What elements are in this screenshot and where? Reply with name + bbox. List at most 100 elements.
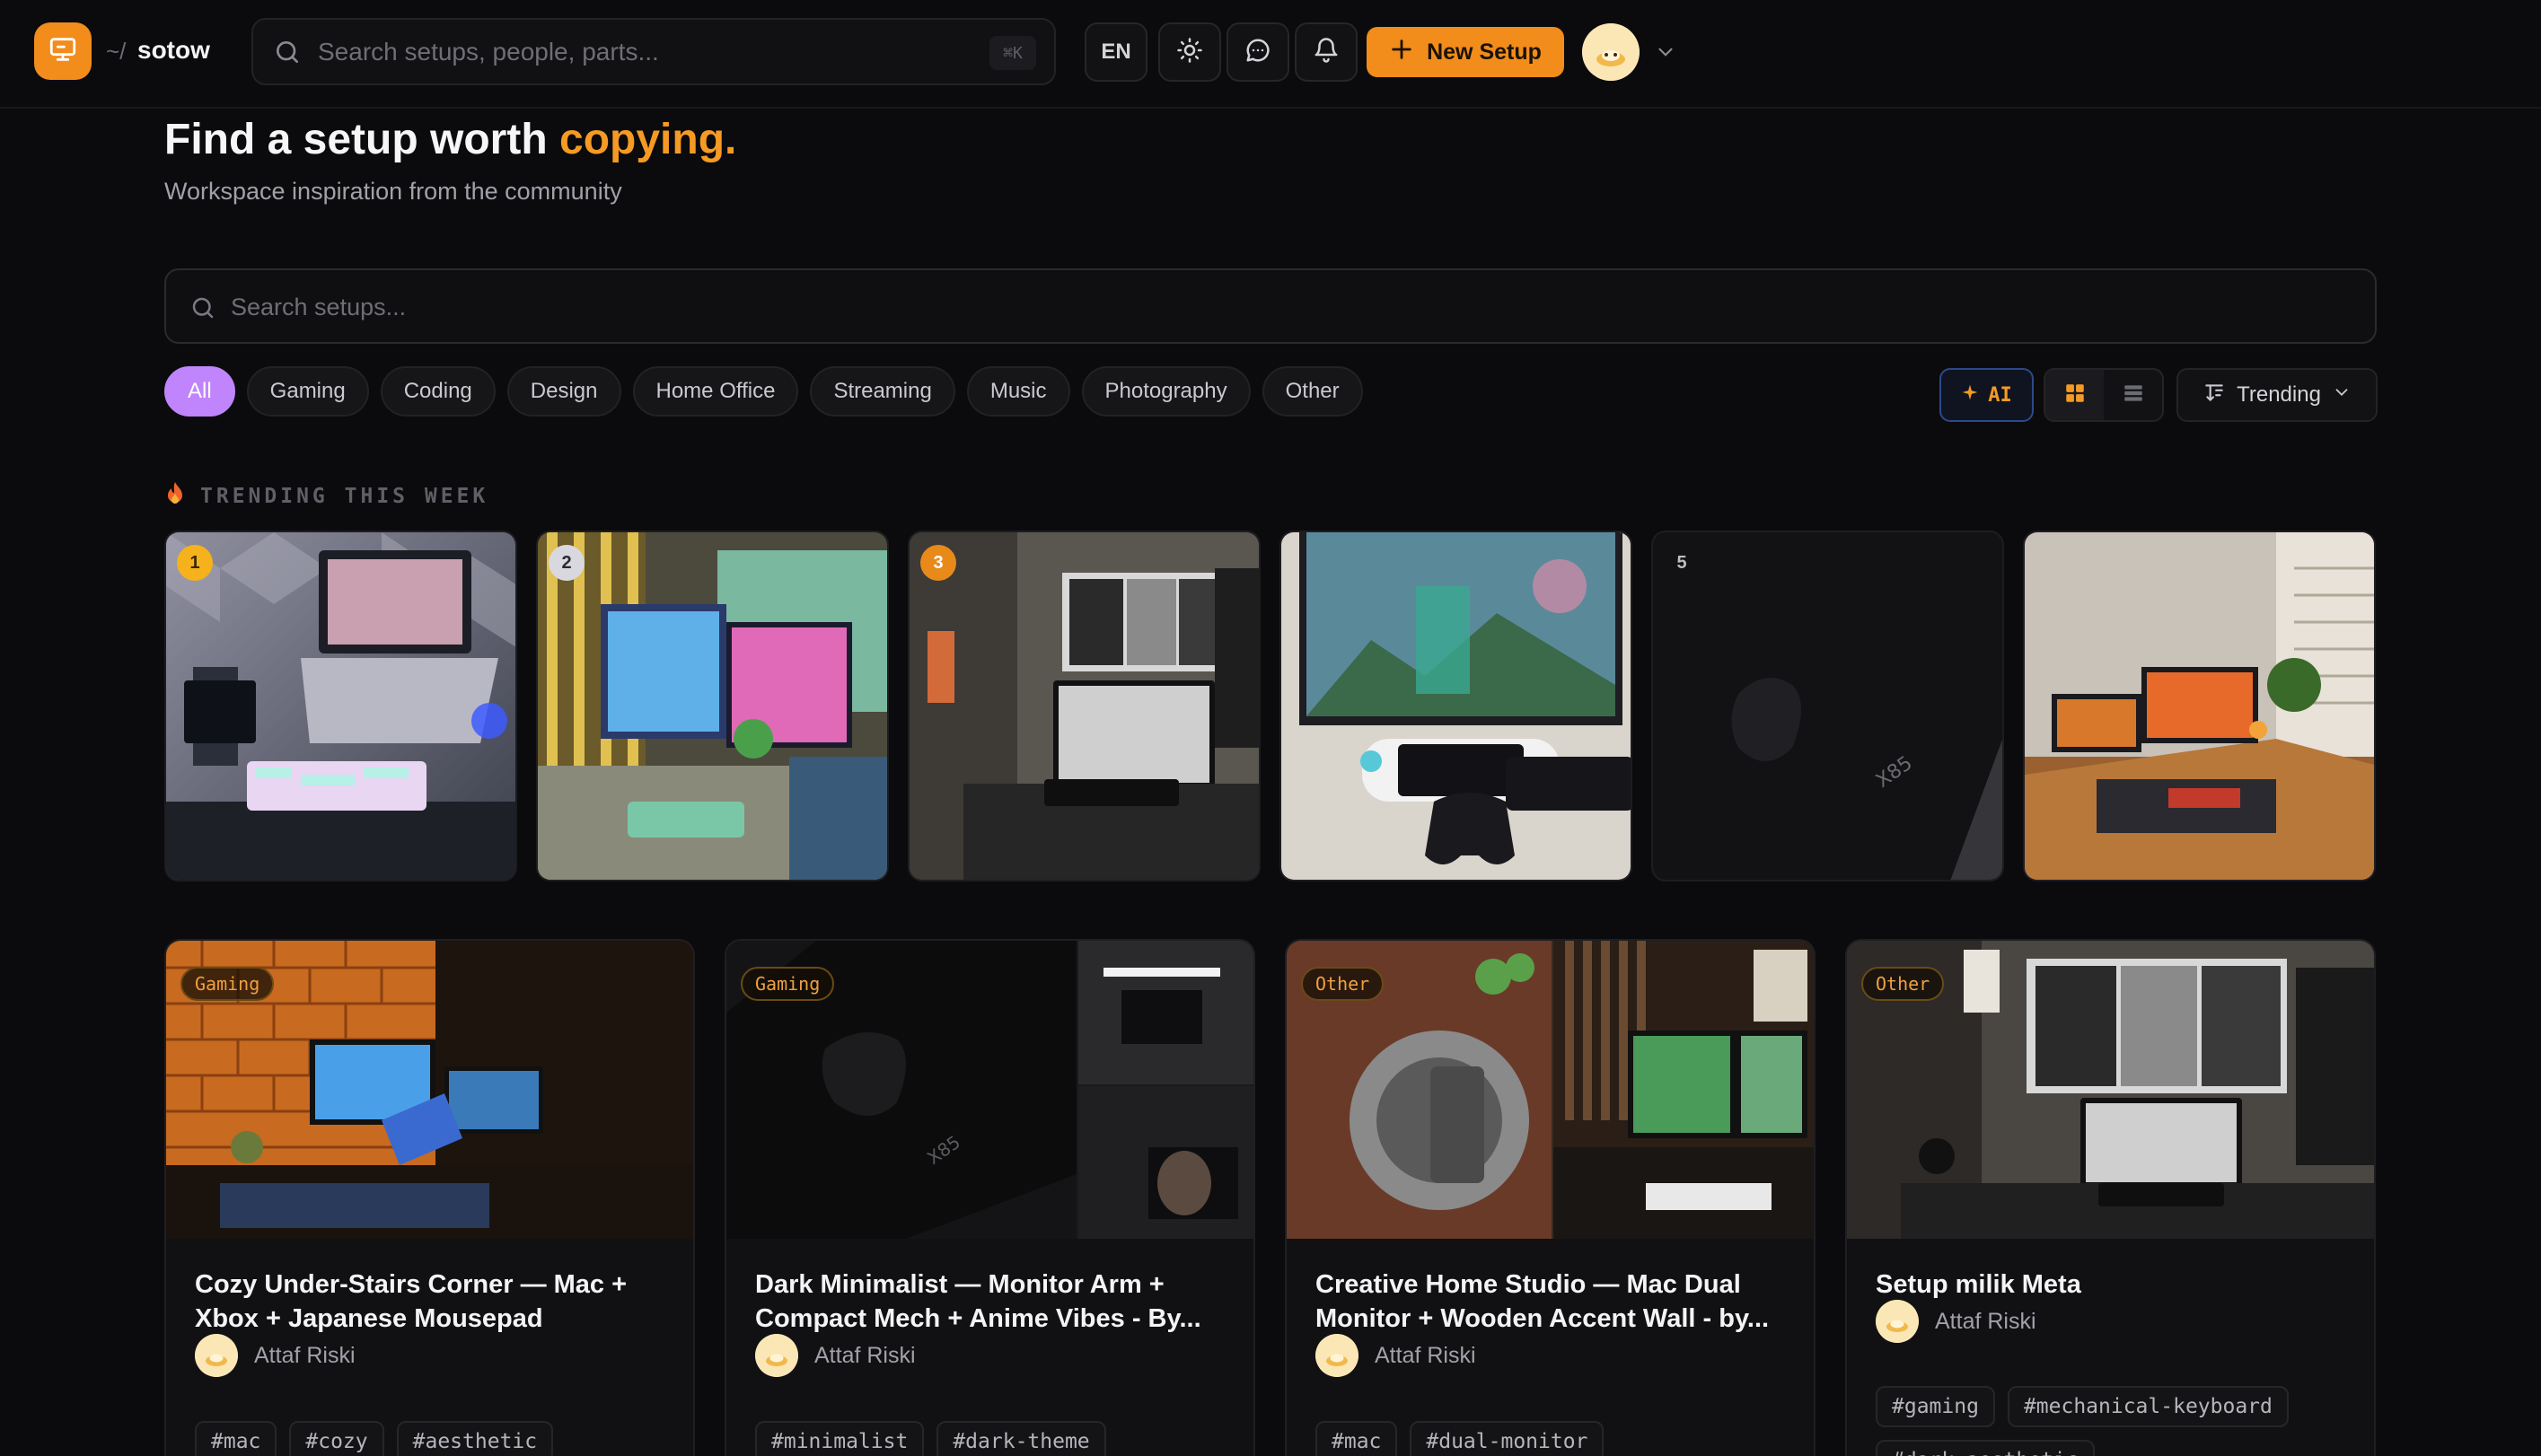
list-icon (2122, 382, 2145, 409)
category-filter-bar: All Gaming Coding Design Home Office Str… (164, 366, 1363, 417)
setup-card[interactable]: X85 Gaming Dark Minimalist — Monitor Arm… (725, 939, 1255, 1456)
trending-card-image (910, 532, 1259, 880)
chip-gaming[interactable]: Gaming (246, 366, 369, 417)
ai-search-button[interactable]: AI (1939, 368, 2034, 422)
chip-streaming[interactable]: Streaming (810, 366, 955, 417)
chip-music[interactable]: Music (966, 366, 1070, 417)
chip-all[interactable]: All (164, 366, 235, 417)
user-avatar[interactable] (1582, 23, 1640, 81)
setup-title[interactable]: Setup milik Meta (1876, 1267, 2343, 1302)
tag[interactable]: #dual-monitor (1410, 1421, 1605, 1456)
setup-card[interactable]: Gaming Cozy Under-Stairs Corner — Mac + … (164, 939, 695, 1456)
sparkle-icon (1961, 383, 1979, 407)
author[interactable]: Attaf Riski (1315, 1334, 1476, 1377)
trending-heading: TRENDING THIS WEEK (164, 481, 488, 512)
tag[interactable]: #mac (1315, 1421, 1398, 1456)
trending-card-image (538, 532, 887, 880)
author-name: Attaf Riski (814, 1342, 916, 1368)
trending-card[interactable] (1279, 531, 1632, 881)
bell-icon (1313, 37, 1340, 68)
setup-card[interactable]: Other Setup milik Meta Attaf Riski #gami… (1845, 939, 2376, 1456)
tag[interactable]: #dark-theme (936, 1421, 1106, 1456)
rank-badge: 5 (1676, 552, 1687, 573)
chevron-down-icon[interactable] (1654, 40, 1677, 68)
tag-list: #mac #dual-monitor (1315, 1421, 1791, 1456)
tag-list: #gaming #mechanical-keyboard #dark-aesth… (1876, 1386, 2352, 1456)
theme-toggle-button[interactable] (1158, 22, 1221, 82)
author-name: Attaf Riski (1935, 1308, 2036, 1334)
setup-card[interactable]: Other Creative Home Studio — Mac Dual Mo… (1285, 939, 1816, 1456)
notifications-button[interactable] (1295, 22, 1358, 82)
category-badge: Gaming (741, 967, 835, 1001)
rank-badge (1292, 545, 1328, 581)
tag[interactable]: #mac (195, 1421, 277, 1456)
rank-badge (2035, 545, 2071, 581)
trending-card-image (1281, 532, 1631, 880)
chip-home-office[interactable]: Home Office (632, 366, 799, 417)
top-bar: ~/ sotow ⌘K EN (0, 0, 2541, 109)
page-title-main: Find a setup worth (164, 116, 559, 163)
search-icon (189, 294, 216, 326)
author-name: Attaf Riski (1375, 1342, 1476, 1368)
tag[interactable]: #dark-aesthetic (1876, 1440, 2095, 1456)
avatar (1315, 1334, 1358, 1377)
trending-card[interactable]: 1 (164, 531, 517, 881)
rank-badge: 1 (177, 545, 213, 581)
brand-name[interactable]: sotow (137, 36, 210, 65)
trending-label: TRENDING THIS WEEK (200, 485, 489, 508)
tag[interactable]: #minimalist (755, 1421, 925, 1456)
tag-list: #minimalist #dark-theme (755, 1421, 1231, 1456)
setup-title[interactable]: Cozy Under-Stairs Corner — Mac + Xbox + … (195, 1267, 662, 1336)
brand-prefix: ~/ (106, 38, 127, 65)
tag[interactable]: #gaming (1876, 1386, 1995, 1427)
setup-search-input[interactable] (231, 286, 1308, 328)
trending-card-image (166, 532, 515, 880)
trending-card[interactable] (2023, 531, 2376, 881)
avatar (1876, 1300, 1919, 1343)
global-search-input[interactable] (318, 32, 946, 72)
global-search[interactable]: ⌘K (251, 18, 1056, 85)
ai-label: AI (1988, 383, 2012, 407)
setup-title[interactable]: Dark Minimalist — Monitor Arm + Compact … (755, 1267, 1222, 1336)
author[interactable]: Attaf Riski (755, 1334, 916, 1377)
monitor-icon (48, 34, 78, 69)
flame-icon (164, 481, 186, 512)
search-shortcut: ⌘K (989, 36, 1036, 70)
setup-title[interactable]: Creative Home Studio — Mac Dual Monitor … (1315, 1267, 1782, 1336)
author[interactable]: Attaf Riski (1876, 1300, 2036, 1343)
avatar (755, 1334, 798, 1377)
trending-card[interactable]: X85 5 (1651, 531, 2004, 881)
trending-card[interactable]: 3 (908, 531, 1261, 881)
page-title: Find a setup worth copying. (164, 115, 736, 164)
search-icon (273, 38, 302, 71)
chip-photography[interactable]: Photography (1081, 366, 1251, 417)
sort-dropdown[interactable]: Trending (2176, 368, 2378, 422)
messages-button[interactable] (1227, 22, 1289, 82)
setup-search[interactable] (164, 268, 2377, 344)
tag[interactable]: #mechanical-keyboard (2007, 1386, 2289, 1427)
sort-label: Trending (2237, 382, 2321, 407)
grid-view-button[interactable] (2045, 370, 2104, 420)
trending-card-image: X85 (1653, 532, 2002, 880)
list-view-button[interactable] (2104, 370, 2162, 420)
category-badge: Gaming (180, 967, 275, 1001)
chip-design[interactable]: Design (506, 366, 621, 417)
new-setup-button[interactable]: New Setup (1367, 27, 1564, 77)
chip-coding[interactable]: Coding (380, 366, 496, 417)
sun-icon (1176, 37, 1203, 68)
rank-badge: 3 (920, 545, 956, 581)
chevron-down-icon (2332, 382, 2352, 408)
view-toggle (2044, 368, 2164, 422)
page-subtitle: Workspace inspiration from the community (164, 178, 622, 205)
trending-card[interactable]: 2 (536, 531, 889, 881)
plus-icon (1389, 37, 1414, 68)
tag[interactable]: #cozy (289, 1421, 384, 1456)
language-button[interactable]: EN (1085, 22, 1147, 82)
category-badge: Other (1301, 967, 1385, 1001)
category-badge: Other (1861, 967, 1945, 1001)
logo-tile[interactable] (34, 22, 92, 80)
sort-icon (2202, 381, 2226, 410)
tag[interactable]: #aesthetic (396, 1421, 554, 1456)
author[interactable]: Attaf Riski (195, 1334, 356, 1377)
chip-other[interactable]: Other (1262, 366, 1363, 417)
